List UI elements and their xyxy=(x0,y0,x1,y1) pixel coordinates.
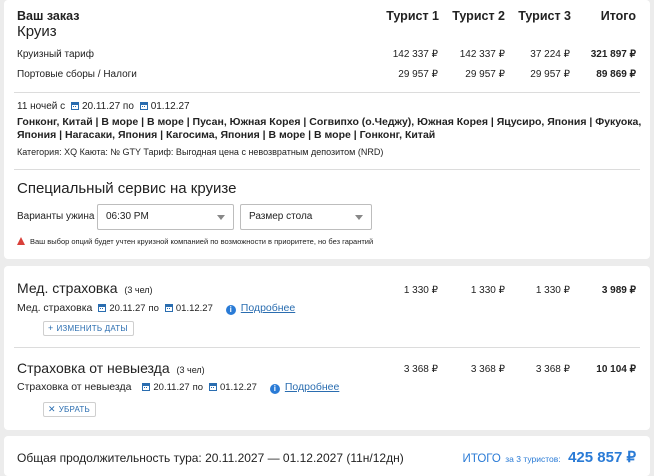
calendar-icon xyxy=(70,102,79,110)
chevron-down-icon xyxy=(355,215,363,220)
total-line: ИТОГО за 3 туристов: 425 857 ₽ xyxy=(463,448,636,467)
row-label-port-fees: Портовые сборы / Налоги xyxy=(17,69,137,80)
warning-text: Ваш выбор опций будет учтен круизной ком… xyxy=(30,237,374,246)
order-card: Ваш заказ Круиз Турист 1 Турист 2 Турист… xyxy=(4,0,650,259)
med-total: 3 989 ₽ xyxy=(601,285,636,296)
cruise-fare-t3: 37 224 ₽ xyxy=(530,49,570,60)
med-date-to: 01.12.27 xyxy=(175,303,213,314)
date-from: 20.11.27 xyxy=(81,101,121,112)
cancel-title: Страховка от невыезда xyxy=(17,360,170,376)
category-line: Категория: XQ Каюта: № GTY Тариф: Выгодн… xyxy=(17,147,384,157)
total-value: 425 857 ₽ xyxy=(568,449,636,466)
cancel-total: 10 104 ₽ xyxy=(596,364,636,375)
cancel-title-line: Страховка от невыезда (3 чел) xyxy=(17,360,205,376)
insurance-card: Мед. страховка (3 чел) 1 330 ₽ 1 330 ₽ 1… xyxy=(4,266,650,430)
table-size-select-value: Размер стола xyxy=(249,211,313,222)
cancel-t3: 3 368 ₽ xyxy=(535,364,570,375)
date-to: 01.12.27 xyxy=(150,101,190,112)
cancel-date-from: 20.11.27 xyxy=(153,382,190,393)
info-icon[interactable]: i xyxy=(269,384,280,394)
cruise-fare-t1: 142 337 ₽ xyxy=(392,49,438,60)
row-label-cruise-fare: Круизный тариф xyxy=(17,49,94,60)
med-t2: 1 330 ₽ xyxy=(470,285,505,296)
date-to-prefix: по xyxy=(122,101,134,112)
calendar-icon xyxy=(142,383,151,391)
med-title: Мед. страховка xyxy=(17,280,118,296)
chevron-down-icon xyxy=(217,215,225,220)
med-title-line: Мед. страховка (3 чел) xyxy=(17,280,153,296)
warning-icon xyxy=(17,237,25,245)
info-icon[interactable]: i xyxy=(225,305,236,315)
close-icon: ✕ xyxy=(48,404,56,414)
remove-label: УБРАТЬ xyxy=(58,405,90,414)
route-line-2: Япония | Нагасаки, Япония | Кагосима, Яп… xyxy=(17,129,436,141)
calendar-icon xyxy=(98,304,107,312)
divider xyxy=(14,347,640,348)
cancel-count: (3 чел) xyxy=(176,365,205,375)
dinner-select[interactable]: 06:30 PM xyxy=(97,204,234,230)
cancel-item-label: Страховка от невыезда xyxy=(17,381,132,393)
nights-prefix: 11 ночей с xyxy=(17,101,66,112)
med-item-line: Мед. страховка 20.11.27 по 01.12.27 i Под… xyxy=(17,302,295,315)
route-line-1: Гонконг, Китай | В море | В море | Пусан… xyxy=(17,116,642,128)
med-date-to-prefix: по xyxy=(148,303,159,314)
plus-icon: + xyxy=(48,323,54,333)
med-t3: 1 330 ₽ xyxy=(535,285,570,296)
divider xyxy=(14,169,640,170)
divider xyxy=(14,92,640,93)
cancel-date-to-prefix: по xyxy=(192,382,204,393)
col-tourist-1: Турист 1 xyxy=(386,9,439,23)
med-t1: 1 330 ₽ xyxy=(403,285,438,296)
order-subtitle: Круиз xyxy=(17,23,57,40)
col-tourist-2: Турист 2 xyxy=(452,9,505,23)
port-fees-t3: 29 957 ₽ xyxy=(530,69,570,80)
cancel-t2: 3 368 ₽ xyxy=(470,364,505,375)
cancel-date-to: 01.12.27 xyxy=(219,382,257,393)
order-title: Ваш заказ xyxy=(17,9,80,23)
nights-line: 11 ночей с 20.11.27 по 01.12.27 xyxy=(17,101,190,112)
dinner-label: Варианты ужина xyxy=(17,211,95,222)
med-item-label: Мед. страховка xyxy=(17,302,93,314)
cancel-item-line: Страховка от невыезда 20.11.27 по 01.12.… xyxy=(17,381,339,394)
table-size-select[interactable]: Размер стола xyxy=(240,204,372,230)
total-for: за 3 туристов: xyxy=(505,454,561,464)
calendar-icon xyxy=(139,102,148,110)
change-dates-label: ИЗМЕНИТЬ ДАТЫ xyxy=(56,324,128,333)
calendar-icon xyxy=(164,304,173,312)
tour-duration: Общая продолжительность тура: 20.11.2027… xyxy=(17,451,404,465)
cruise-fare-total: 321 897 ₽ xyxy=(590,49,636,60)
dinner-select-value: 06:30 PM xyxy=(106,211,149,222)
port-fees-t1: 29 957 ₽ xyxy=(398,69,438,80)
total-label: ИТОГО xyxy=(462,453,501,465)
med-date-from: 20.11.27 xyxy=(109,303,146,314)
calendar-icon xyxy=(208,383,217,391)
col-total: Итого xyxy=(600,9,636,23)
remove-button[interactable]: ✕ УБРАТЬ xyxy=(43,402,96,417)
cancel-details-link[interactable]: Подробнее xyxy=(285,381,339,393)
change-dates-button[interactable]: + ИЗМЕНИТЬ ДАТЫ xyxy=(43,321,134,336)
col-tourist-3: Турист 3 xyxy=(518,9,571,23)
cruise-fare-t2: 142 337 ₽ xyxy=(459,49,505,60)
special-title: Специальный сервис на круизе xyxy=(17,180,237,197)
warning-line: Ваш выбор опций будет учтен круизной ком… xyxy=(17,237,373,246)
port-fees-total: 89 869 ₽ xyxy=(596,69,636,80)
med-details-link[interactable]: Подробнее xyxy=(241,302,295,314)
port-fees-t2: 29 957 ₽ xyxy=(465,69,505,80)
med-count: (3 чел) xyxy=(124,285,153,295)
cancel-t1: 3 368 ₽ xyxy=(403,364,438,375)
total-card: Общая продолжительность тура: 20.11.2027… xyxy=(4,436,650,476)
